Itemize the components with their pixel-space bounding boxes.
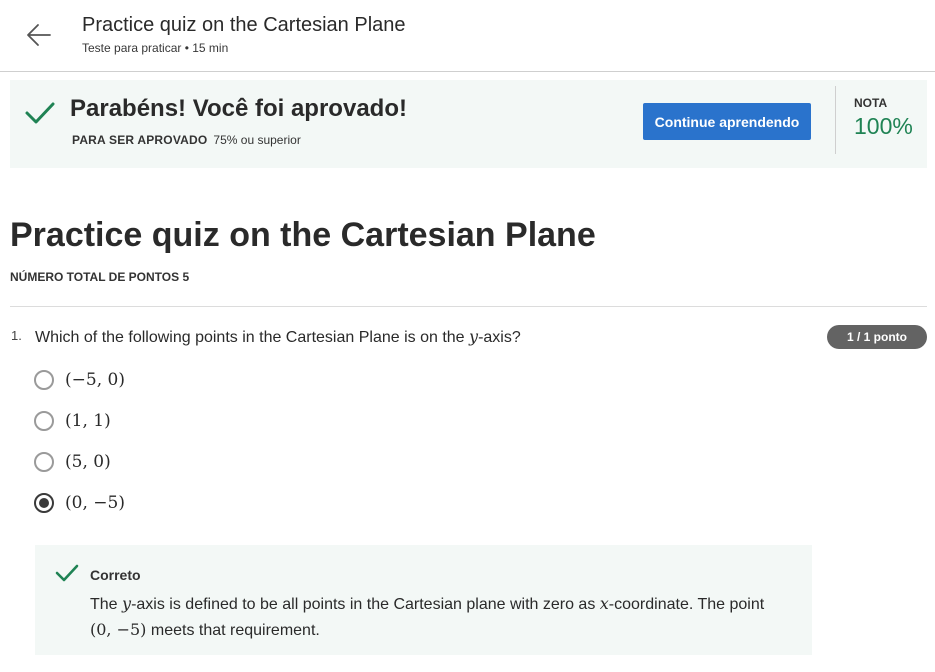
option-label: (5, 0) — [65, 452, 111, 472]
banner-title: Parabéns! Você foi aprovado! — [70, 95, 407, 122]
continue-learning-button[interactable]: Continue aprendendo — [643, 103, 811, 140]
radio-button[interactable] — [34, 411, 54, 431]
feedback-text: The y-axis is defined to be all points i… — [90, 591, 790, 643]
feedback-box: Correto The y-axis is defined to be all … — [35, 545, 812, 655]
radio-button[interactable] — [34, 370, 54, 390]
header-title: Practice quiz on the Cartesian Plane — [82, 14, 406, 36]
grade-label: NOTA — [854, 96, 888, 110]
total-points: NÚMERO TOTAL DE PONTOS 5 — [10, 270, 190, 284]
checkmark-icon — [25, 102, 55, 124]
math-variable: x — [599, 594, 609, 613]
math-expression: (0, −5) — [90, 620, 147, 639]
pass-requirement: PARA SER APROVADO 75% ou superior — [72, 133, 301, 147]
option-1[interactable]: (−5, 0) — [34, 367, 125, 393]
feedback-text-part: -coordinate. The point — [608, 596, 765, 613]
question-text-part: -axis? — [478, 329, 521, 346]
feedback-text-part: meets that requirement. — [146, 622, 320, 639]
pass-label: PARA SER APROVADO — [72, 133, 208, 147]
question-text-part: Which of the following points in the Car… — [35, 329, 470, 346]
option-label: (1, 1) — [65, 411, 111, 431]
radio-button-selected[interactable] — [34, 493, 54, 513]
math-variable: y — [469, 327, 479, 346]
pass-value: 75% ou superior — [213, 133, 301, 147]
section-divider — [10, 306, 927, 307]
page-title: Practice quiz on the Cartesian Plane — [10, 216, 596, 254]
header-subtitle: Teste para praticar • 15 min — [82, 41, 229, 55]
option-3[interactable]: (5, 0) — [34, 449, 111, 475]
math-variable: y — [122, 594, 132, 613]
top-bar: Practice quiz on the Cartesian Plane Tes… — [0, 0, 935, 72]
grade-value: 100% — [854, 113, 913, 139]
radio-button[interactable] — [34, 452, 54, 472]
feedback-title: Correto — [90, 567, 141, 583]
passed-banner: Parabéns! Você foi aprovado! PARA SER AP… — [10, 80, 927, 168]
option-label: (−5, 0) — [65, 370, 125, 390]
back-button[interactable] — [22, 18, 56, 52]
option-2[interactable]: (1, 1) — [34, 408, 111, 434]
question-number: 1. — [11, 328, 22, 343]
feedback-text-part: The — [90, 596, 123, 613]
points-badge: 1 / 1 ponto — [827, 325, 927, 349]
feedback-text-part: -axis is defined to be all points in the… — [131, 596, 600, 613]
option-label: (0, −5) — [65, 493, 125, 513]
option-4[interactable]: (0, −5) — [34, 490, 125, 516]
question-text: Which of the following points in the Car… — [35, 327, 521, 347]
banner-divider — [835, 86, 836, 154]
arrow-left-icon — [27, 24, 51, 46]
checkmark-icon — [55, 564, 79, 582]
